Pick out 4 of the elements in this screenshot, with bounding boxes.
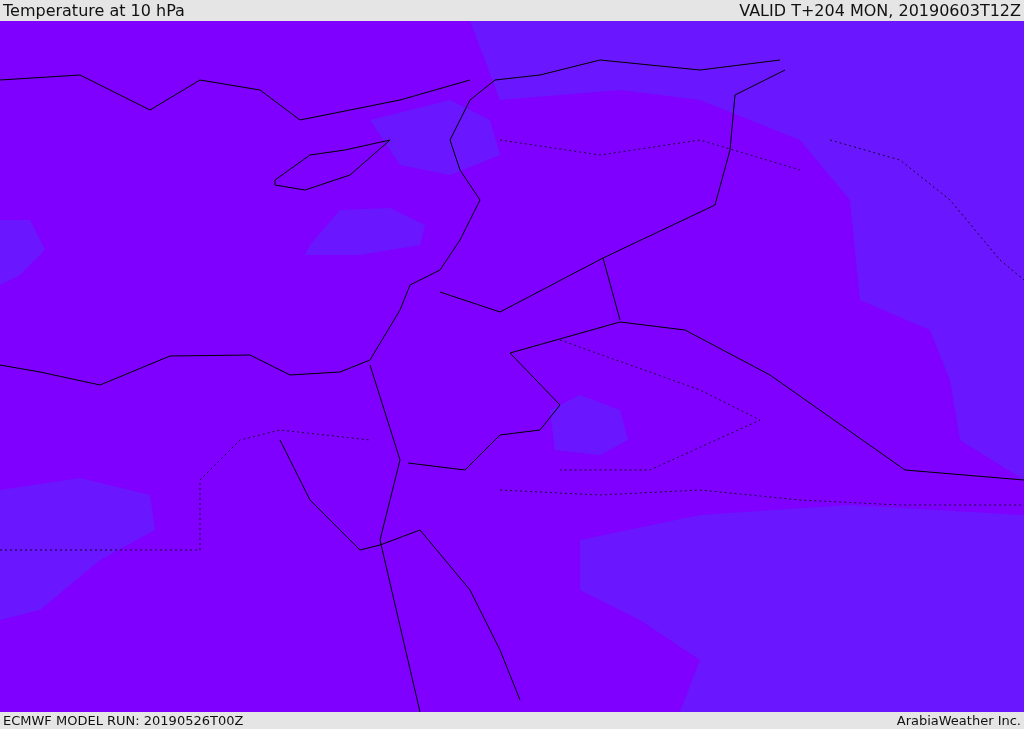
model-run-label: ECMWF MODEL RUN: 20190526T00Z bbox=[3, 714, 244, 727]
credit-label: ArabiaWeather Inc. bbox=[896, 714, 1021, 727]
valid-time: VALID T+204 MON, 20190603T12Z bbox=[739, 2, 1021, 19]
map-title: Temperature at 10 hPa bbox=[3, 2, 185, 19]
